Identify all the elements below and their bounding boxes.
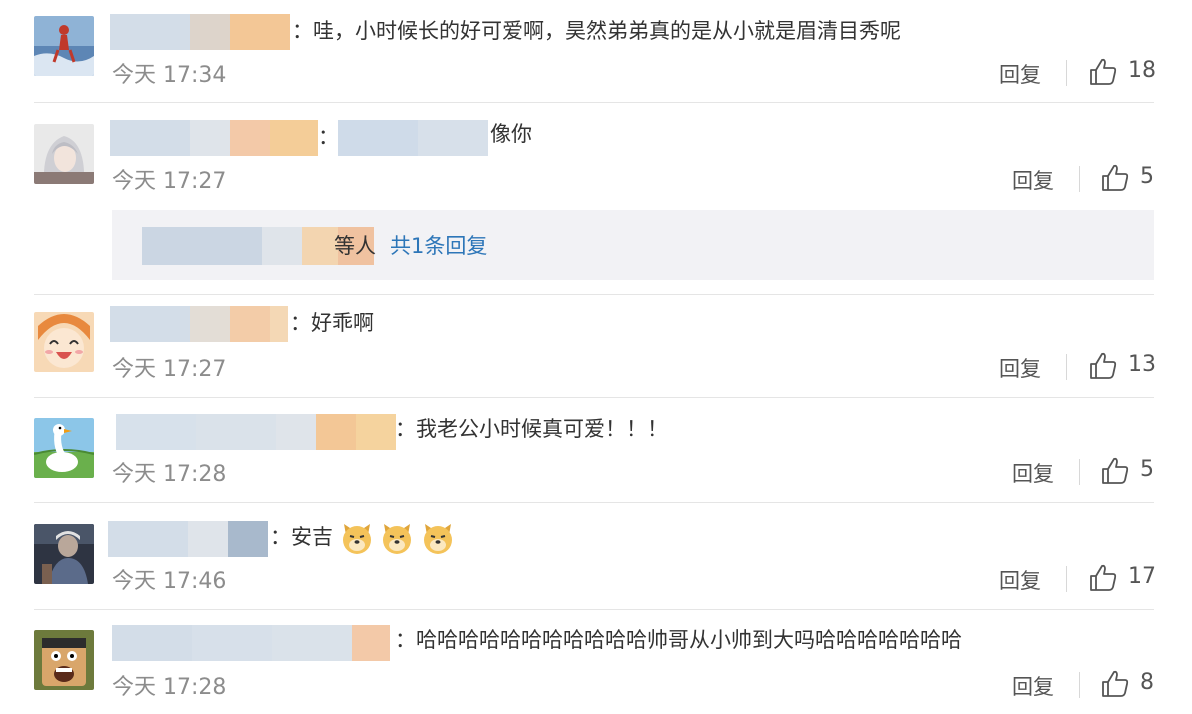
comment-text: ：	[318, 125, 339, 149]
sub-reply-label: 等人	[334, 234, 376, 258]
comment-text: ：哇，小时候长的好可爱啊，昊然弟弟真的是从小就是眉清目秀呢	[292, 19, 901, 43]
like-count: 8	[1140, 670, 1154, 695]
reply-button[interactable]: 回复	[1012, 165, 1054, 195]
thumbs-up-icon[interactable]	[1100, 669, 1130, 699]
thumbs-up-icon[interactable]	[1088, 351, 1118, 381]
timestamp: 今天 17:27	[112, 169, 227, 194]
reply-button[interactable]: 回复	[999, 565, 1041, 595]
username-blurred[interactable]	[110, 120, 318, 156]
avatar[interactable]	[34, 124, 94, 184]
doge-emoji-icon	[424, 524, 453, 554]
separator	[1079, 672, 1080, 698]
username-blurred[interactable]	[108, 521, 268, 557]
thumbs-up-icon[interactable]	[1100, 163, 1130, 193]
timestamp: 今天 17:27	[112, 357, 227, 382]
comment-text-body: ：安吉	[270, 525, 333, 549]
timestamp: 今天 17:34	[112, 63, 227, 88]
like-count: 17	[1128, 564, 1156, 589]
timestamp: 今天 17:28	[112, 675, 227, 700]
separator	[1066, 354, 1067, 380]
divider	[34, 294, 1154, 295]
avatar[interactable]	[34, 16, 94, 76]
separator	[1079, 459, 1080, 485]
divider	[34, 102, 1154, 103]
username-blurred[interactable]	[110, 306, 288, 342]
sub-reply-link[interactable]: 共1条回复	[390, 230, 487, 260]
thumbs-up-icon[interactable]	[1088, 563, 1118, 593]
thumbs-up-icon[interactable]	[1088, 57, 1118, 87]
comment-text: ：好乖啊	[290, 311, 374, 335]
divider	[34, 397, 1154, 398]
username-blurred[interactable]	[110, 14, 290, 50]
timestamp: 今天 17:46	[112, 569, 227, 594]
like-count: 13	[1128, 352, 1156, 377]
doge-emoji-icon	[342, 524, 371, 554]
avatar[interactable]	[34, 524, 94, 584]
avatar[interactable]	[34, 312, 94, 372]
separator	[1066, 566, 1067, 592]
mention-blurred[interactable]	[338, 120, 488, 156]
like-count: 5	[1140, 457, 1154, 482]
divider	[34, 609, 1154, 610]
username-blurred[interactable]	[116, 414, 396, 450]
reply-button[interactable]: 回复	[999, 353, 1041, 383]
avatar[interactable]	[34, 418, 94, 478]
comment-text: ：我老公小时候真可爱！！！	[395, 417, 668, 441]
doge-emoji-icon	[383, 524, 412, 554]
avatar[interactable]	[34, 630, 94, 690]
timestamp: 今天 17:28	[112, 462, 227, 487]
divider	[34, 502, 1154, 503]
reply-button[interactable]: 回复	[1012, 671, 1054, 701]
separator	[1079, 166, 1080, 192]
reply-button[interactable]: 回复	[1012, 458, 1054, 488]
sub-reply-box[interactable]: 等人 共1条回复	[112, 210, 1154, 280]
comment-text: ：安吉	[270, 521, 455, 555]
separator	[1066, 60, 1067, 86]
reply-button[interactable]: 回复	[999, 59, 1041, 89]
comment-text-suffix: 像你	[490, 122, 532, 146]
thumbs-up-icon[interactable]	[1100, 456, 1130, 486]
username-blurred[interactable]	[112, 625, 390, 661]
like-count: 18	[1128, 58, 1156, 83]
comment-text: ：哈哈哈哈哈哈哈哈哈哈哈帅哥从小帅到大吗哈哈哈哈哈哈哈	[395, 628, 962, 652]
like-count: 5	[1140, 164, 1154, 189]
